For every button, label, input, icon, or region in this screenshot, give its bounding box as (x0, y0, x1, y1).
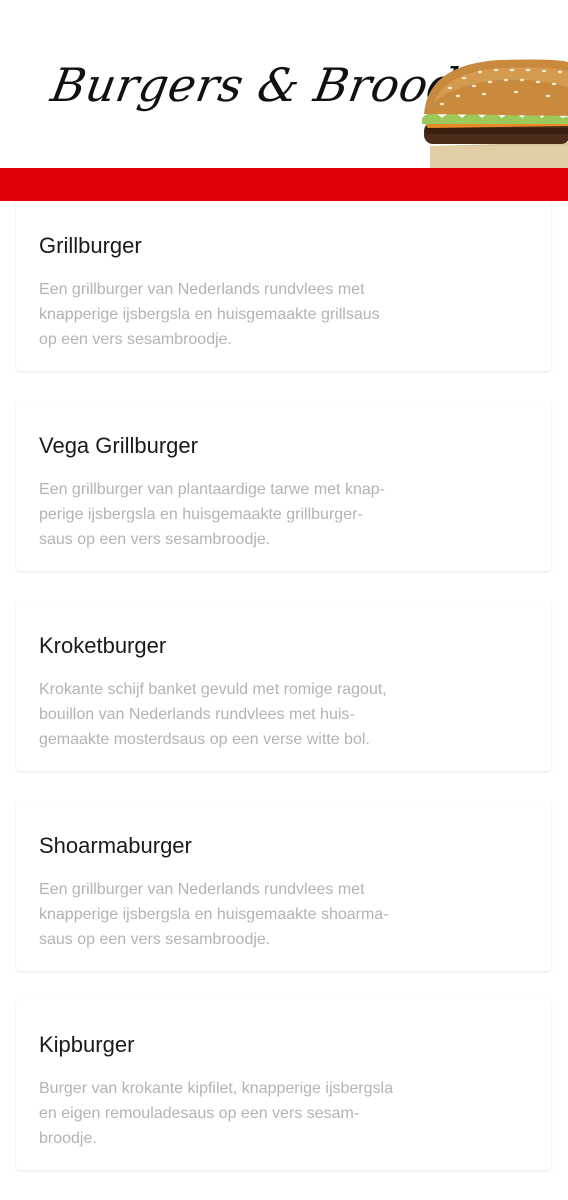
description-line: knapperige ijsbergsla en huisgemaakte sh… (39, 906, 389, 923)
menu-item-name: Kroketburger (39, 633, 167, 658)
menu-item-kipburger[interactable]: Kipburger Burger van krokante kipfilet, … (16, 1000, 551, 1170)
menu-item-description: Burger van krokante kipfilet, knapperige… (39, 1076, 419, 1151)
menu-item-name: Grillburger (39, 233, 142, 258)
description-line: Een grillburger van plantaardige tarwe m… (39, 481, 385, 498)
description-line: perige ijsbergsla en huisgemaakte grillb… (39, 506, 363, 523)
description-line: Een grillburger van Nederlands rundvlees… (39, 881, 365, 898)
description-line: bouillon van Nederlands rundvlees met hu… (39, 706, 355, 723)
accent-bar (0, 168, 568, 201)
menu-item-description: Krokante schijf banket gevuld met romige… (39, 677, 419, 752)
header: Burgers & Broodjes (0, 0, 568, 170)
description-line: Krokante schijf banket gevuld met romige… (39, 681, 387, 698)
menu-item-shoarmaburger[interactable]: Shoarmaburger Een grillburger van Nederl… (16, 801, 551, 971)
menu-item-description: Een grillburger van Nederlands rundvlees… (39, 277, 419, 352)
menu-item-description: Een grillburger van plantaardige tarwe m… (39, 477, 419, 552)
description-line: op een vers sesambroodje. (39, 331, 232, 348)
menu-item-name: Shoarmaburger (39, 833, 192, 858)
description-line: broodje. (39, 1130, 97, 1147)
menu-item-vega-grillburger[interactable]: Vega Grillburger Een grillburger van pla… (16, 401, 551, 571)
menu-item-name: Vega Grillburger (39, 433, 198, 458)
description-line: saus op een vers sesambroodje. (39, 531, 271, 548)
description-line: saus op een vers sesambroodje. (39, 931, 271, 948)
description-line: Burger van krokante kipfilet, knapperige… (39, 1080, 393, 1097)
description-line: knapperige ijsbergsla en huisgemaakte gr… (39, 306, 380, 323)
description-line: Een grillburger van Nederlands rundvlees… (39, 281, 365, 298)
menu-item-name: Kipburger (39, 1032, 135, 1057)
menu-item-grillburger[interactable]: Grillburger Een grillburger van Nederlan… (16, 201, 551, 371)
burger-image (422, 59, 568, 170)
description-line: gemaakte mosterdsaus op een verse witte … (39, 731, 370, 748)
menu-item-kroketburger[interactable]: Kroketburger Krokante schijf banket gevu… (16, 601, 551, 771)
menu-item-description: Een grillburger van Nederlands rundvlees… (39, 877, 419, 952)
description-line: en eigen remouladesaus op een vers sesam… (39, 1105, 360, 1122)
